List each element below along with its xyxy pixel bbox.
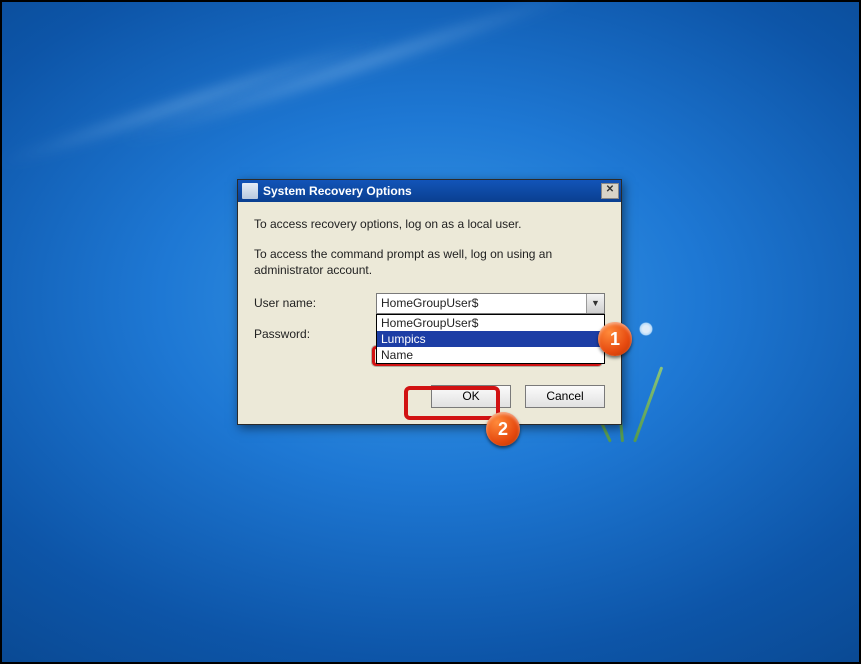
dropdown-option[interactable]: HomeGroupUser$ bbox=[377, 315, 604, 331]
window-icon bbox=[242, 183, 258, 199]
instruction-text-1: To access recovery options, log on as a … bbox=[254, 216, 605, 232]
username-label: User name: bbox=[254, 293, 376, 310]
username-combobox[interactable]: HomeGroupUser$ ▼ bbox=[376, 293, 605, 314]
username-dropdown[interactable]: HomeGroupUser$ Lumpics Name bbox=[376, 314, 605, 364]
annotation-callout-1: 1 bbox=[598, 322, 632, 356]
username-value: HomeGroupUser$ bbox=[377, 294, 586, 313]
password-label: Password: bbox=[254, 324, 376, 341]
system-recovery-dialog: System Recovery Options ✕ To access reco… bbox=[237, 179, 622, 425]
close-button[interactable]: ✕ bbox=[601, 183, 619, 199]
annotation-callout-2: 2 bbox=[486, 412, 520, 446]
window-title: System Recovery Options bbox=[263, 184, 601, 198]
dropdown-option[interactable]: Name bbox=[377, 347, 604, 363]
dialog-body: To access recovery options, log on as a … bbox=[238, 202, 621, 424]
ok-button[interactable]: OK bbox=[431, 385, 511, 408]
titlebar[interactable]: System Recovery Options ✕ bbox=[238, 180, 621, 202]
cancel-button[interactable]: Cancel bbox=[525, 385, 605, 408]
dropdown-option-selected[interactable]: Lumpics bbox=[377, 331, 604, 347]
light-streak bbox=[0, 28, 395, 175]
chevron-down-icon[interactable]: ▼ bbox=[586, 294, 604, 313]
instruction-text-2: To access the command prompt as well, lo… bbox=[254, 246, 605, 278]
light-streak bbox=[111, 0, 593, 154]
